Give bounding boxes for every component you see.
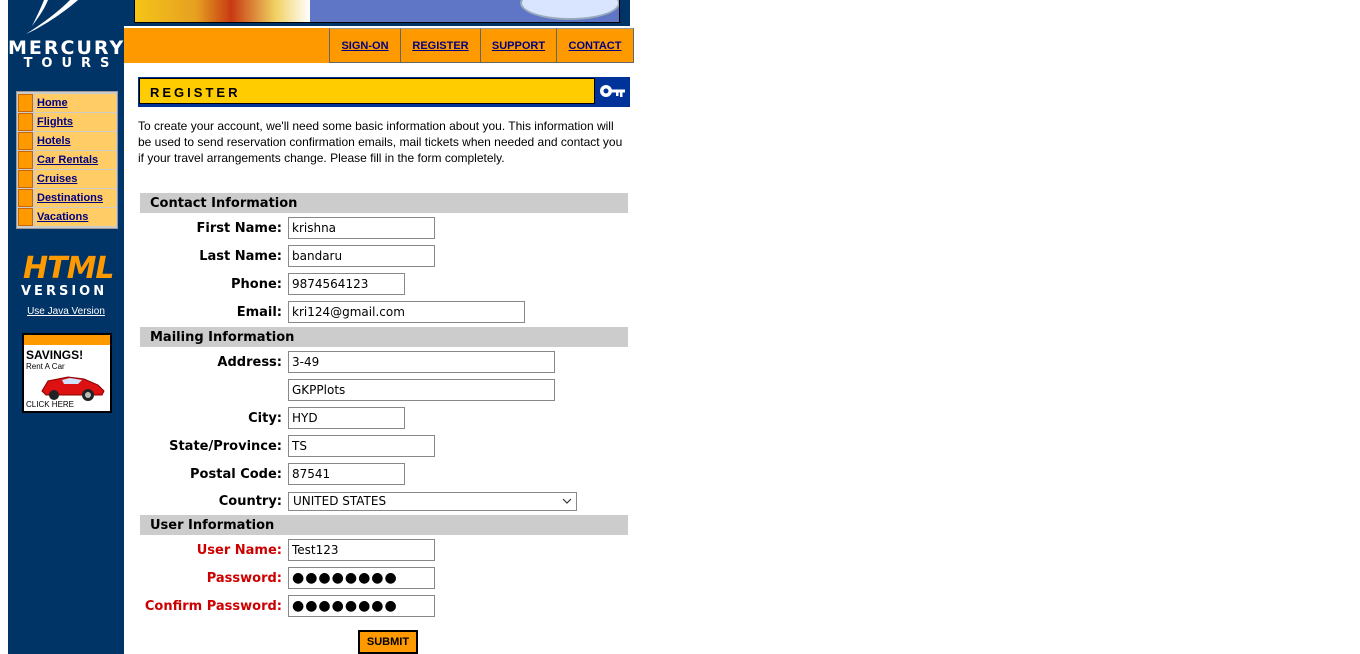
ad-cta: CLICK HERE [26,400,75,409]
side-nav-label[interactable]: Destinations [35,189,116,207]
swoosh-icon [26,0,78,34]
html-version-small: VERSION [21,284,108,299]
country-label: Country: [218,494,282,509]
top-nav: SIGN-ON REGISTER SUPPORT CONTACT [329,28,634,63]
banner-oval-badge [520,0,619,20]
top-nav-contact[interactable]: CONTACT [556,28,634,63]
password-field[interactable]: ●●●●●●●● [288,567,435,589]
nav-bullet-icon [18,208,33,226]
html-version-big: HTML [23,251,115,286]
top-nav-bar: SIGN-ON REGISTER SUPPORT CONTACT [124,28,634,63]
side-nav-item-flights[interactable]: Flights [18,113,116,131]
postal-code-field[interactable]: 87541 [288,463,405,485]
last-name-label: Last Name: [199,249,282,264]
side-nav: Home Flights Hotels Car Rentals Cruises … [16,91,118,229]
section-user-information: User Information [140,515,628,535]
html-version-badge: HTML VERSION [18,247,115,303]
country-select[interactable]: UNITED STATES [288,492,577,511]
last-name-field[interactable]: bandaru [288,245,435,267]
submit-button[interactable]: SUBMIT [358,630,418,654]
side-nav-item-destinations[interactable]: Destinations [18,189,116,207]
chevron-down-icon [562,498,572,504]
first-name-field[interactable]: krishna [288,217,435,239]
section-mailing-information: Mailing Information [140,327,628,347]
state-field[interactable]: TS [288,435,435,457]
phone-field[interactable]: 9874564123 [288,273,405,295]
nav-bullet-icon [18,170,33,188]
left-sidebar: MERCURY TOURS Home Flights Hotels Car Re… [8,0,124,654]
side-nav-item-hotels[interactable]: Hotels [18,132,116,150]
top-nav-support[interactable]: SUPPORT [480,28,557,63]
username-field[interactable]: Test123 [288,539,435,561]
car-rental-ad[interactable]: SAVINGS! Rent A Car CLICK HERE [22,333,112,413]
state-label: State/Province: [169,439,282,454]
phone-label: Phone: [231,277,282,292]
nav-bullet-icon [18,189,33,207]
top-nav-register[interactable]: REGISTER [400,28,481,63]
side-nav-item-cruises[interactable]: Cruises [18,170,116,188]
nav-bullet-icon [18,132,33,150]
side-nav-label[interactable]: Flights [35,113,116,131]
mercury-tours-logo[interactable]: MERCURY TOURS [8,0,124,76]
banner-image[interactable] [134,0,620,23]
top-nav-sign-on[interactable]: SIGN-ON [329,28,401,63]
side-nav-label[interactable]: Hotels [35,132,116,150]
postal-code-label: Postal Code: [190,467,282,482]
email-field[interactable]: kri124@gmail.com [288,301,525,323]
first-name-label: First Name: [196,221,282,236]
banner-photo [135,0,310,22]
nav-bullet-icon [18,94,33,112]
email-label: Email: [236,305,282,320]
side-nav-item-home[interactable]: Home [18,94,116,112]
address-line2-field[interactable]: GKPPlots [288,379,555,401]
side-nav-item-car-rentals[interactable]: Car Rentals [18,151,116,169]
key-icon [600,85,625,97]
confirm-password-label: Confirm Password: [144,599,282,614]
confirm-password-field[interactable]: ●●●●●●●● [288,595,435,617]
country-select-value: UNITED STATES [293,494,387,508]
side-nav-label[interactable]: Vacations [35,208,116,226]
username-label: User Name: [196,543,282,558]
side-nav-label[interactable]: Cruises [35,170,116,188]
side-nav-item-vacations[interactable]: Vacations [18,208,116,226]
section-contact-information: Contact Information [140,193,628,213]
side-nav-label[interactable]: Home [35,94,116,112]
register-title-bar: REGISTER [138,77,630,107]
page-title: REGISTER [139,78,595,104]
side-nav-label[interactable]: Car Rentals [35,151,116,169]
intro-text: To create your account, we'll need some … [138,119,623,165]
password-label: Password: [206,571,282,586]
nav-bullet-icon [18,113,33,131]
ad-band [24,335,110,345]
ad-headline: SAVINGS! [26,348,84,362]
address-label: Address: [217,355,282,370]
city-label: City: [248,411,282,426]
address-line1-field[interactable]: 3-49 [288,351,555,373]
city-field[interactable]: HYD [288,407,405,429]
header-banner [124,0,630,26]
use-java-version-link[interactable]: Use Java Version [8,306,124,317]
logo-line2: TOURS [23,56,119,71]
nav-bullet-icon [18,151,33,169]
car-icon [41,376,105,401]
